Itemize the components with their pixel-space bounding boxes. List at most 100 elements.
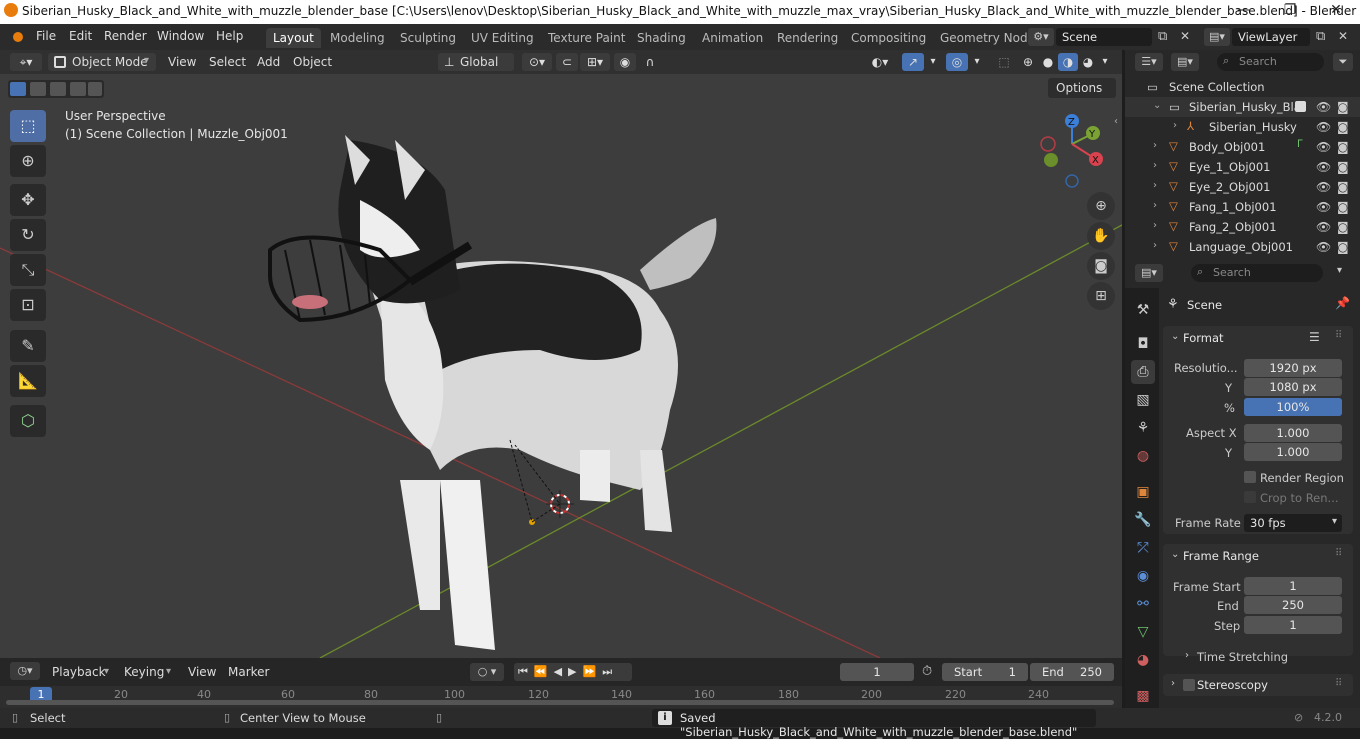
camera-icon[interactable]: ◙ <box>1337 180 1349 194</box>
editor-type-icon[interactable]: ⌖▾ <box>10 53 42 71</box>
chevron-down-icon[interactable]: ▾ <box>1337 265 1342 276</box>
camera-icon[interactable]: ◙ <box>1337 120 1349 134</box>
add-cube-icon[interactable]: ⬡ <box>10 405 46 437</box>
aspect-x-field[interactable]: 1.000 <box>1244 424 1342 442</box>
eye-icon[interactable]: 👁 <box>1316 100 1331 114</box>
tab-layout[interactable]: Layout <box>266 28 321 48</box>
overlay-dropdown-icon[interactable]: ▾ <box>970 53 984 71</box>
rotate-icon[interactable]: ↻ <box>10 219 46 251</box>
view-layer-field[interactable]: ViewLayer <box>1232 28 1310 46</box>
snap-target-icon[interactable]: ⊞▾ <box>580 53 610 71</box>
gizmo-toggle-icon[interactable]: ↗ <box>902 53 924 71</box>
transform-icon[interactable]: ⊡ <box>10 289 46 321</box>
shading-dropdown-icon[interactable]: ▾ <box>1098 53 1112 71</box>
keying-menu[interactable]: Keying <box>124 663 164 681</box>
blender-menu-icon[interactable] <box>10 29 26 45</box>
tab-sculpting[interactable]: Sculpting <box>393 28 463 48</box>
playback-menu[interactable]: Playback <box>52 663 106 681</box>
frame-end-field[interactable]: 250 <box>1244 596 1342 614</box>
new-view-layer-icon[interactable]: ⧉ <box>1316 29 1325 44</box>
viewport-menu-add[interactable]: Add <box>257 53 280 71</box>
chevron-right-icon[interactable]: › <box>1171 678 1175 689</box>
outliner-row-object[interactable]: › ▽ Fang_1_Obj001 👁 ◙ <box>1125 197 1360 217</box>
constraints-tab-icon[interactable]: ⚯ <box>1131 592 1155 616</box>
move-icon[interactable]: ✥ <box>10 184 46 216</box>
camera-icon[interactable]: ◙ <box>1337 220 1349 234</box>
stereoscopy-label[interactable]: Stereoscopy <box>1197 678 1268 692</box>
expand-arrow-icon[interactable]: › <box>1173 120 1177 131</box>
time-stretching-label[interactable]: Time Stretching <box>1197 650 1288 664</box>
tool-tab-icon[interactable]: ⚒ <box>1131 298 1155 322</box>
object-tab-icon[interactable]: ▣ <box>1131 480 1155 504</box>
annotate-icon[interactable]: ✎ <box>10 330 46 362</box>
new-scene-icon[interactable]: ⧉ <box>1158 29 1167 44</box>
outliner-row-object[interactable]: › ▽ Eye_1_Obj001 👁 ◙ <box>1125 157 1360 177</box>
texture-tab-icon[interactable]: ▩ <box>1131 684 1155 708</box>
gizmo-dropdown-icon[interactable]: ▾ <box>926 53 940 71</box>
falloff-icon[interactable]: ∩ <box>638 53 662 71</box>
sidebar-toggle-icon[interactable]: ‹ <box>1114 116 1118 127</box>
menu-render[interactable]: Render <box>104 29 147 43</box>
outliner-row-scene-collection[interactable]: ▭ Scene Collection <box>1125 77 1360 97</box>
overlay-toggle-icon[interactable]: ◎ <box>946 53 968 71</box>
view-layer-tab-icon[interactable]: ▧ <box>1131 388 1155 412</box>
drag-handle-icon[interactable]: ⠿ <box>1335 548 1342 559</box>
timeline-view-menu[interactable]: View <box>188 663 216 681</box>
format-title[interactable]: Format <box>1183 331 1224 345</box>
snap-icon[interactable]: ⊂ <box>556 53 578 71</box>
outliner-row-object[interactable]: › ▽ Body_Obj001 ᒥ 👁 ◙ <box>1125 137 1360 157</box>
tab-animation[interactable]: Animation <box>695 28 770 48</box>
maximize-button[interactable]: ❐ <box>1276 2 1304 18</box>
tab-rendering[interactable]: Rendering <box>770 28 845 48</box>
presets-list-icon[interactable]: ☰ <box>1309 330 1320 344</box>
subtract-selection-icon[interactable] <box>50 82 66 96</box>
viewport-menu-object[interactable]: Object <box>293 53 332 71</box>
outliner-row-object[interactable]: › ▽ Fang_2_Obj001 👁 ◙ <box>1125 217 1360 237</box>
exclude-checkbox[interactable] <box>1295 101 1306 112</box>
outliner-row-collection[interactable]: ⌄ ▭ Siberian_Husky_Bla 👁 ◙ <box>1125 97 1360 117</box>
chevron-down-icon[interactable]: ⌄ <box>1171 331 1179 342</box>
drag-handle-icon[interactable]: ⠿ <box>1335 678 1342 689</box>
chevron-right-icon[interactable]: › <box>1185 650 1189 661</box>
timeline-editor-type-icon[interactable]: ◷▾ <box>10 662 40 680</box>
aspect-y-field[interactable]: 1.000 <box>1244 443 1342 461</box>
select-box-icon[interactable]: ⬚ <box>10 110 46 142</box>
frame-range-title[interactable]: Frame Range <box>1183 549 1259 563</box>
expand-arrow-icon[interactable]: › <box>1153 200 1157 211</box>
tab-modeling[interactable]: Modeling <box>323 28 392 48</box>
physics-tab-icon[interactable]: ◉ <box>1131 564 1155 588</box>
outliner-editor-type-icon[interactable]: ☰▾ <box>1135 53 1163 71</box>
proportional-edit-icon[interactable]: ◉ <box>614 53 636 71</box>
drag-handle-icon[interactable]: ⠿ <box>1335 330 1342 341</box>
viewport-menu-view[interactable]: View <box>168 53 196 71</box>
measure-icon[interactable]: 📐 <box>10 365 46 397</box>
pivot-icon[interactable]: ⊙▾ <box>522 53 552 71</box>
resolution-x-field[interactable]: 1920 px <box>1244 359 1342 377</box>
outliner-row-object[interactable]: › ▽ Language_Obj001 👁 ◙ <box>1125 237 1360 257</box>
delete-scene-icon[interactable]: ✕ <box>1180 29 1190 43</box>
eye-icon[interactable]: 👁 <box>1316 120 1331 134</box>
outliner-search-input[interactable]: ⌕ Search <box>1217 53 1324 71</box>
expand-arrow-icon[interactable]: ⌄ <box>1153 100 1161 111</box>
pin-icon[interactable]: 📌 <box>1335 296 1350 310</box>
eye-icon[interactable]: 👁 <box>1316 160 1331 174</box>
rendered-shading-icon[interactable]: ◕ <box>1078 53 1098 71</box>
outliner-row-armature[interactable]: › ⅄ Siberian_Husky 👁 ◙ <box>1125 117 1360 137</box>
outliner-row-object[interactable]: › ▽ Eye_2_Obj001 👁 ◙ <box>1125 177 1360 197</box>
render-region-checkbox[interactable] <box>1244 471 1256 483</box>
render-tab-icon[interactable]: ◘ <box>1131 332 1155 356</box>
pan-hand-icon[interactable]: ✋ <box>1087 222 1115 250</box>
camera-icon[interactable]: ◙ <box>1337 100 1349 114</box>
world-tab-icon[interactable]: ◍ <box>1131 444 1155 468</box>
eye-icon[interactable]: 👁 <box>1316 200 1331 214</box>
timeline-start-field[interactable]: Start 1 <box>942 663 1028 681</box>
eye-icon[interactable]: 👁 <box>1316 140 1331 154</box>
navigation-gizmo[interactable]: Z Y X <box>1036 110 1108 190</box>
options-dropdown[interactable]: Options <box>1048 78 1116 98</box>
material-shading-icon[interactable]: ◑ <box>1058 53 1078 71</box>
frame-step-field[interactable]: 1 <box>1244 616 1342 634</box>
properties-search-input[interactable]: ⌕ Search <box>1191 264 1323 282</box>
menu-file[interactable]: File <box>36 29 56 43</box>
playback-controls[interactable]: ⏮⏪◀▶⏩⏭ <box>514 663 632 681</box>
filter-icon[interactable]: ⏷ <box>1333 53 1353 71</box>
